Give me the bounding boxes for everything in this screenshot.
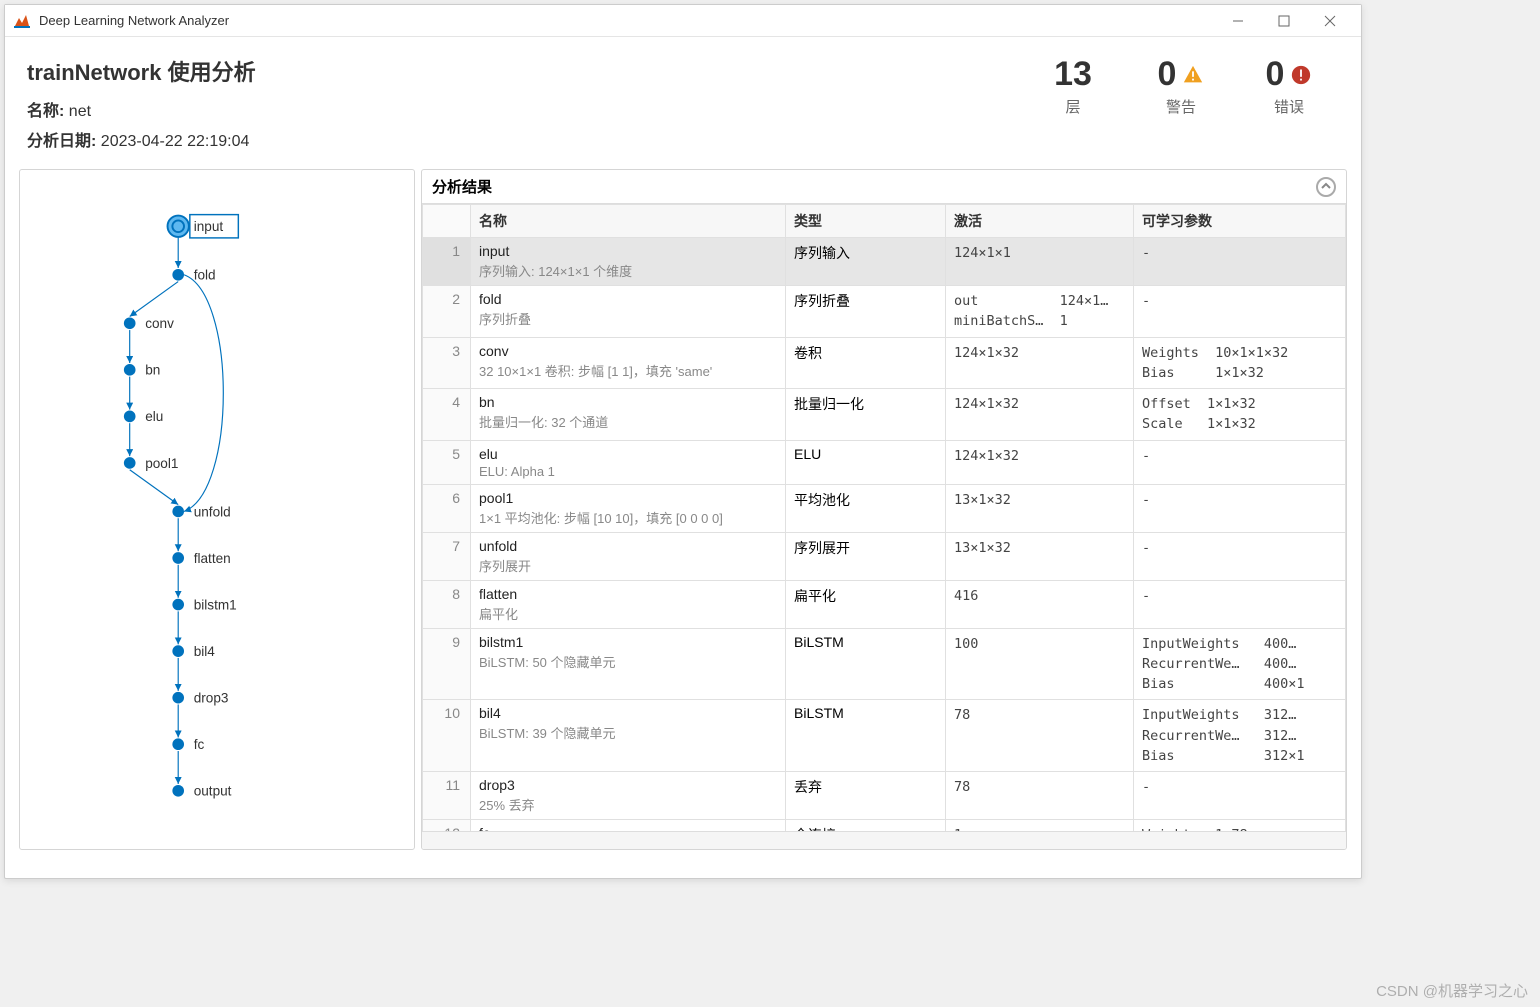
stat-warnings: 0 警告 — [1151, 55, 1211, 157]
col-header-activations[interactable]: 激活 — [946, 205, 1134, 238]
svg-text:flatten: flatten — [194, 551, 231, 566]
table-row[interactable]: 12fc1 全连接层全连接1Weights 1×78 Bias 1×1 — [423, 820, 1346, 832]
analysis-date-row: 分析日期: 2023-04-22 22:19:04 — [27, 127, 256, 151]
results-table: 名称 类型 激活 可学习参数 1input序列输入: 124×1×1 个维度序列… — [422, 204, 1346, 831]
graph-node[interactable]: flatten — [172, 551, 230, 566]
results-table-scroll[interactable]: 名称 类型 激活 可学习参数 1input序列输入: 124×1×1 个维度序列… — [422, 204, 1346, 831]
svg-text:conv: conv — [145, 316, 174, 331]
graph-node[interactable]: fc — [172, 737, 204, 752]
table-row[interactable]: 8flatten扁平化扁平化416- — [423, 580, 1346, 628]
table-row[interactable]: 9bilstm1BiLSTM: 50 个隐藏单元BiLSTM100InputWe… — [423, 628, 1346, 700]
graph-node[interactable]: output — [172, 784, 231, 799]
graph-panel[interactable]: input fold conv bn elu pool1 unfold flatten bils… — [19, 169, 415, 850]
graph-node[interactable]: unfold — [172, 504, 230, 519]
graph-node[interactable]: bil4 — [172, 644, 215, 659]
stat-layers: 13 层 — [1043, 55, 1103, 157]
svg-text:bn: bn — [145, 363, 160, 378]
error-icon — [1290, 64, 1312, 86]
svg-text:fc: fc — [194, 737, 205, 752]
title-bar: Deep Learning Network Analyzer — [5, 5, 1361, 37]
svg-text:drop3: drop3 — [194, 691, 229, 706]
table-row[interactable]: 3conv32 10×1×1 卷积: 步幅 [1 1]，填充 'same'卷积1… — [423, 337, 1346, 389]
results-title: 分析结果 — [432, 176, 492, 197]
svg-text:bilstm1: bilstm1 — [194, 597, 237, 612]
graph-node[interactable]: conv — [124, 316, 174, 331]
svg-text:fold: fold — [194, 268, 216, 283]
maximize-button[interactable] — [1261, 5, 1307, 37]
svg-text:output: output — [194, 784, 232, 799]
svg-text:elu: elu — [145, 409, 163, 424]
watermark: CSDN @机器学习之心 — [1376, 980, 1528, 1001]
table-row[interactable]: 6pool11×1 平均池化: 步幅 [10 10]，填充 [0 0 0 0]平… — [423, 484, 1346, 532]
table-row[interactable]: 7unfold序列展开序列展开13×1×32- — [423, 532, 1346, 580]
graph-node[interactable]: input — [168, 215, 239, 238]
network-name-row: 名称: net — [27, 97, 256, 121]
close-button[interactable] — [1307, 5, 1353, 37]
table-row[interactable]: 4bn批量归一化: 32 个通道批量归一化124×1×32Offset 1×1×… — [423, 389, 1346, 441]
graph-node[interactable]: drop3 — [172, 691, 228, 706]
table-row[interactable]: 2fold序列折叠序列折叠out 124×1… miniBatchS… 1- — [423, 286, 1346, 338]
horizontal-scrollbar[interactable] — [422, 831, 1346, 849]
header: trainNetwork 使用分析 名称: net 分析日期: 2023-04-… — [5, 37, 1361, 169]
warning-icon — [1182, 64, 1204, 86]
table-row[interactable]: 10bil4BiLSTM: 39 个隐藏单元BiLSTM78InputWeigh… — [423, 700, 1346, 772]
graph-node[interactable]: fold — [172, 268, 215, 283]
app-window: Deep Learning Network Analyzer trainNetw… — [4, 4, 1362, 879]
col-header-name[interactable]: 名称 — [471, 205, 786, 238]
graph-node[interactable]: bn — [124, 363, 160, 378]
stat-errors: 0 错误 — [1259, 55, 1319, 157]
svg-text:bil4: bil4 — [194, 644, 216, 659]
graph-node[interactable]: bilstm1 — [172, 597, 236, 612]
svg-text:unfold: unfold — [194, 504, 231, 519]
svg-text:pool1: pool1 — [145, 456, 178, 471]
minimize-button[interactable] — [1215, 5, 1261, 37]
col-header-learnables[interactable]: 可学习参数 — [1134, 205, 1346, 238]
results-panel: 分析结果 名称 类型 激活 可学习参数 1input序列输入: 124×1×1 … — [421, 169, 1347, 850]
graph-node[interactable]: pool1 — [124, 456, 179, 471]
col-header-type[interactable]: 类型 — [786, 205, 946, 238]
page-title: trainNetwork 使用分析 — [27, 55, 256, 87]
app-icon — [13, 12, 31, 30]
svg-text:input: input — [194, 219, 224, 234]
window-title: Deep Learning Network Analyzer — [39, 13, 1215, 28]
table-row[interactable]: 1input序列输入: 124×1×1 个维度序列输入124×1×1- — [423, 238, 1346, 286]
collapse-button[interactable] — [1316, 177, 1336, 197]
table-row[interactable]: 11drop325% 丢弃丢弃78- — [423, 772, 1346, 820]
table-row[interactable]: 5eluELU: Alpha 1ELU124×1×32- — [423, 440, 1346, 484]
graph-node[interactable]: elu — [124, 409, 163, 424]
